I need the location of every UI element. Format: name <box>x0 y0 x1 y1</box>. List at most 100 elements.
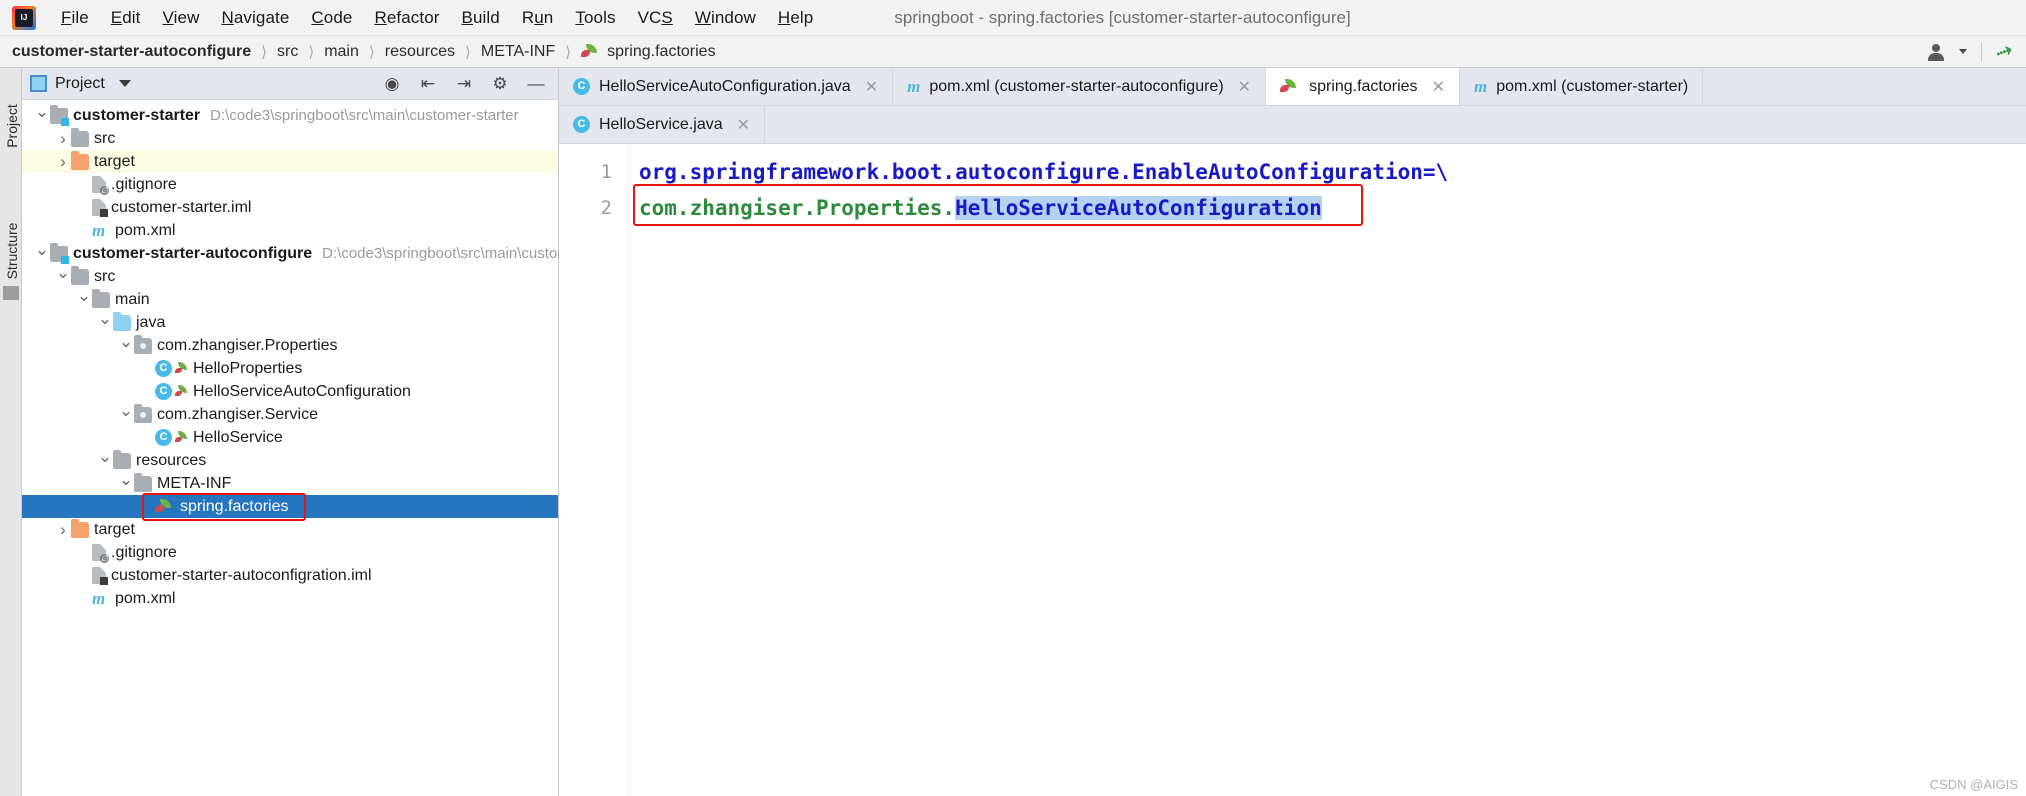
expand-all-icon[interactable]: ⇤ <box>418 74 438 94</box>
tree-node[interactable]: customer-starter D:\code3\springboot\src\… <box>22 104 558 127</box>
menu-build[interactable]: Build <box>451 5 511 31</box>
gear-icon[interactable]: ⚙ <box>490 74 510 94</box>
breadcrumb-separator: ⟩ <box>308 43 315 61</box>
tree-node[interactable]: main <box>22 288 558 311</box>
tree-node[interactable]: com.zhangiser.Properties <box>22 334 558 357</box>
spring-factories-icon <box>1280 78 1300 95</box>
code-line-1[interactable]: org.springframework.boot.autoconfigure.E… <box>629 154 2026 190</box>
tree-node[interactable]: ∅ .gitignore <box>22 173 558 196</box>
chevron-down-icon[interactable] <box>97 451 113 471</box>
tree-node[interactable]: resources <box>22 449 558 472</box>
tree-node[interactable]: target <box>22 518 558 541</box>
menu-view[interactable]: View <box>152 5 211 31</box>
menu-code[interactable]: Code <box>300 5 363 31</box>
hide-icon[interactable]: — <box>526 74 546 94</box>
breadcrumb-right-tools: ⤑ <box>1927 38 2026 65</box>
tree-node[interactable]: C HelloProperties <box>22 357 558 380</box>
editor-tab-label: pom.xml (customer-starter) <box>1496 77 1689 95</box>
tree-node[interactable]: customer-starter.iml <box>22 196 558 219</box>
tree-node[interactable]: C HelloServiceAutoConfiguration <box>22 380 558 403</box>
menu-refactor[interactable]: Refactor <box>363 5 450 31</box>
chevron-down-icon[interactable] <box>34 106 50 126</box>
menu-run[interactable]: Run <box>511 5 565 31</box>
maven-icon: m <box>92 220 106 240</box>
breadcrumb-separator: ⟩ <box>465 43 471 61</box>
tree-node[interactable]: target <box>22 150 558 173</box>
tree-node[interactable]: src <box>22 127 558 150</box>
tree-node-label: src <box>94 267 116 285</box>
code-text[interactable]: org.springframework.boot.autoconfigure.E… <box>629 144 2026 796</box>
folder-sources-icon <box>113 311 131 331</box>
class-icon: C <box>573 116 590 133</box>
menu-edit[interactable]: Edit <box>100 5 152 31</box>
editor-tab[interactable]: m pom.xml (customer-starter-autoconfigure… <box>893 68 1267 105</box>
chevron-down-icon[interactable] <box>76 290 92 310</box>
breadcrumb-separator: ⟩ <box>261 43 268 61</box>
chevron-down-icon[interactable] <box>55 267 71 287</box>
menu-window[interactable]: Window <box>684 5 767 31</box>
collapse-all-icon[interactable]: ⇥ <box>454 74 474 94</box>
tree-node[interactable]: customer-starter-autoconfigure D:\code3\s… <box>22 242 578 265</box>
tree-node[interactable]: m pom.xml <box>22 587 558 610</box>
editor-tab[interactable]: m pom.xml (customer-starter) <box>1459 68 1704 105</box>
tool-tab-project[interactable]: Project <box>4 96 20 156</box>
menu-navigate[interactable]: Navigate <box>210 5 300 31</box>
tab-row-filler <box>1703 68 2026 105</box>
chevron-down-icon[interactable] <box>118 405 134 425</box>
chevron-down-icon[interactable] <box>118 474 134 494</box>
chevron-down-icon[interactable] <box>34 244 50 264</box>
chevron-right-icon[interactable] <box>55 129 71 149</box>
tree-node[interactable]: META-INF <box>22 472 558 495</box>
maven-icon: m <box>907 76 921 96</box>
locate-icon[interactable]: ◉ <box>382 74 402 94</box>
breadcrumb-item-file[interactable]: spring.factories <box>579 43 718 61</box>
divider <box>1981 41 1982 62</box>
chevron-down-icon[interactable] <box>1959 49 1967 54</box>
gitignore-file-icon: ∅ <box>92 544 109 563</box>
user-icon[interactable] <box>1927 43 1945 61</box>
tree-node[interactable]: com.zhangiser.Service <box>22 403 558 426</box>
breadcrumb-item-main[interactable]: main <box>322 43 361 61</box>
tree-node[interactable]: customer-starter-autoconfigration.iml <box>22 564 558 587</box>
chevron-down-icon[interactable] <box>118 80 131 87</box>
breadcrumb-separator: ⟩ <box>565 43 572 61</box>
project-view-icon <box>30 75 47 92</box>
project-tree[interactable]: customer-starter D:\code3\springboot\src\… <box>22 100 578 610</box>
menu-help[interactable]: Help <box>767 5 824 31</box>
chevron-down-icon[interactable] <box>118 336 134 356</box>
close-icon[interactable]: ✕ <box>1238 77 1251 97</box>
menu-tools[interactable]: Tools <box>564 5 626 31</box>
tree-node-label: customer-starter.iml <box>111 198 252 216</box>
tool-tab-structure[interactable]: Structure <box>4 221 20 281</box>
editor-tab[interactable]: spring.factories ✕ <box>1266 68 1460 105</box>
menu-file[interactable]: File <box>50 5 100 31</box>
editor-tab[interactable]: C HelloServiceAutoConfiguration.java ✕ <box>559 68 894 105</box>
chevron-right-icon[interactable] <box>55 152 71 172</box>
breadcrumb-item-metainf[interactable]: META-INF <box>479 43 557 61</box>
folder-icon <box>92 288 110 308</box>
module-icon <box>50 104 69 126</box>
tree-node[interactable]: java <box>22 311 558 334</box>
package-icon <box>134 334 152 354</box>
chevron-down-icon[interactable] <box>97 313 113 333</box>
folder-icon <box>134 472 152 492</box>
close-icon[interactable]: ✕ <box>1432 77 1445 97</box>
tree-node[interactable]: src <box>22 265 558 288</box>
close-icon[interactable]: ✕ <box>737 115 750 135</box>
tree-node-label: HelloProperties <box>193 359 303 377</box>
breadcrumb-item-src[interactable]: src <box>275 43 300 61</box>
breadcrumb-item-resources[interactable]: resources <box>383 43 457 61</box>
window-title: springboot - spring.factories [customer-… <box>894 7 1351 27</box>
search-everywhere-icon[interactable]: ⤑ <box>1993 38 2016 65</box>
tree-node-selected[interactable]: spring.factories <box>22 495 558 518</box>
tree-node[interactable]: m pom.xml <box>22 219 558 242</box>
chevron-right-icon[interactable] <box>55 520 71 540</box>
breadcrumb-separator: ⟩ <box>368 43 375 61</box>
tree-node[interactable]: ∅ .gitignore <box>22 541 558 564</box>
menu-vcs[interactable]: VCS <box>627 5 684 31</box>
editor-tab[interactable]: C HelloService.java ✕ <box>559 106 766 143</box>
code-line-2[interactable]: com.zhangiser.Properties.HelloServiceAut… <box>629 190 2026 226</box>
breadcrumb-item-module[interactable]: customer-starter-autoconfigure <box>10 43 253 61</box>
close-icon[interactable]: ✕ <box>865 77 878 97</box>
tree-node[interactable]: C HelloService <box>22 426 558 449</box>
